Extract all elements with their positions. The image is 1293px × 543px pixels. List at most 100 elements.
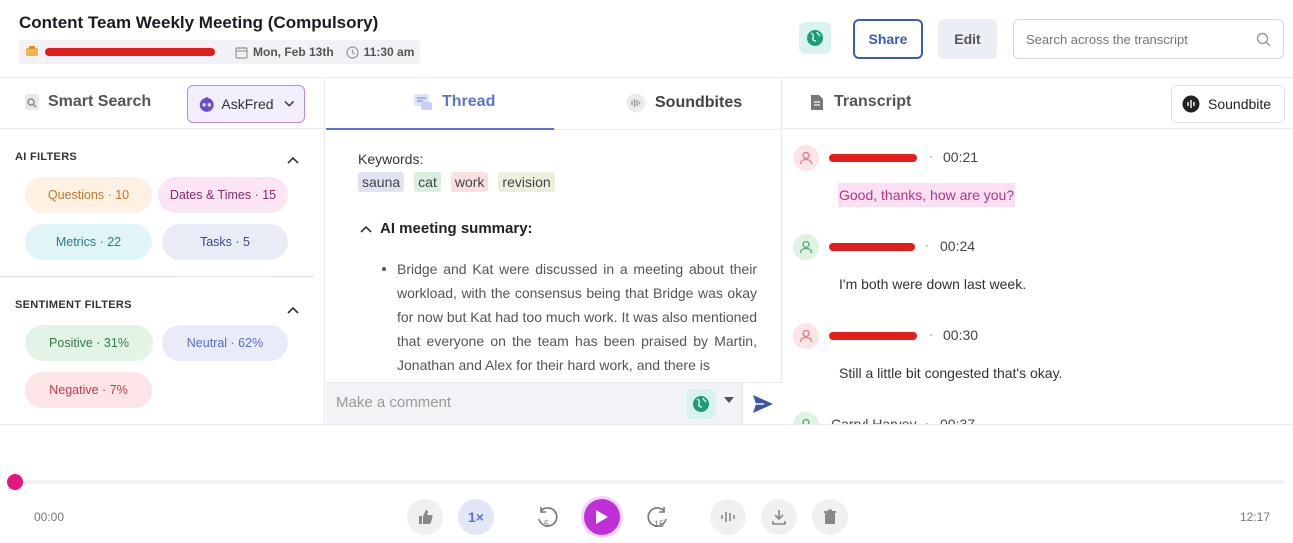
entry-timestamp[interactable]: 00:21 [943, 149, 978, 165]
user-icon [799, 151, 813, 165]
keyword-list: sauna cat work revision [358, 172, 555, 192]
share-button[interactable]: Share [853, 19, 923, 59]
sentiment-filters-title: SENTIMENT FILTERS [15, 299, 132, 311]
transcript-entry[interactable]: · 00:21 Good, thanks, how are you? [783, 145, 1293, 234]
entry-text: I'm both were down last week. [839, 276, 1027, 292]
keywords-label: Keywords: [358, 151, 424, 167]
meeting-title: Content Team Weekly Meeting (Compulsory) [19, 13, 379, 32]
download-icon [772, 510, 786, 525]
react-button[interactable] [407, 499, 443, 535]
search-icon [1256, 32, 1271, 47]
divider [783, 128, 1293, 129]
comment-language-button[interactable] [686, 389, 716, 419]
keyword-tag[interactable]: sauna [358, 172, 405, 192]
summary-body: Bridge and Kat were discussed in a meeti… [382, 257, 757, 374]
rewind-button[interactable]: 5 [532, 503, 562, 533]
thread-panel: Thread Soundbites Keywords: sauna cat wo… [326, 79, 782, 425]
soundbite-button[interactable]: Soundbite [1171, 85, 1285, 123]
collapse-ai-filters-icon[interactable] [287, 156, 299, 164]
current-time: 00:00 [34, 510, 65, 524]
separator: · [929, 149, 933, 163]
smart-search-tab[interactable]: Smart Search [24, 93, 151, 111]
filter-positive[interactable]: Positive · 31% [25, 325, 153, 361]
comment-bar [326, 382, 782, 425]
rewind-icon: 5 [538, 507, 558, 529]
transcript-entry[interactable]: · 00:30 Still a little bit congested tha… [783, 323, 1293, 412]
summary-toggle[interactable]: AI meeting summary: [360, 220, 533, 237]
entry-text: Good, thanks, how are you? [838, 183, 1016, 207]
entry-timestamp[interactable]: 00:30 [943, 327, 978, 343]
filter-metrics[interactable]: Metrics · 22 [25, 224, 152, 260]
collapse-sentiment-filters-icon[interactable] [287, 306, 299, 314]
summary-text: Bridge and Kat were discussed in a meeti… [397, 261, 757, 373]
globe-icon [807, 30, 823, 46]
separator: · [925, 416, 929, 424]
document-icon [811, 94, 823, 110]
progress-handle[interactable] [7, 474, 23, 490]
globe-icon [693, 396, 709, 412]
redacted-speaker-name [829, 243, 915, 251]
playback-speed-button[interactable]: 1× [458, 499, 494, 535]
comment-input[interactable] [336, 394, 636, 411]
play-button[interactable] [584, 499, 620, 535]
speaker-avatar [793, 145, 819, 171]
user-icon [799, 240, 813, 254]
meeting-time: 11:30 am [346, 45, 414, 59]
meeting-meta: Mon, Feb 13th 11:30 am [19, 40, 421, 64]
keyword-tag[interactable]: cat [414, 172, 441, 192]
filter-neutral[interactable]: Neutral · 62% [162, 325, 288, 361]
edit-button[interactable]: Edit [938, 19, 997, 59]
calendar-icon [235, 46, 248, 59]
language-globe-button[interactable] [799, 22, 831, 54]
fred-robot-icon [199, 97, 214, 112]
download-button[interactable] [761, 499, 797, 535]
delete-button[interactable] [812, 499, 848, 535]
keyword-tag[interactable]: work [450, 172, 489, 192]
transcript-header: Transcript [810, 93, 911, 111]
waveform-button[interactable] [710, 499, 746, 535]
redacted-speaker-name [829, 154, 917, 162]
tab-soundbites[interactable]: Soundbites [626, 93, 742, 113]
active-tab-indicator [326, 128, 554, 130]
send-icon [752, 395, 773, 413]
separator: · [925, 238, 929, 252]
transcript-search [1013, 19, 1284, 59]
play-icon [596, 510, 608, 524]
speaker-name: Carryl Harvey [831, 416, 917, 424]
forward-button[interactable]: 15 [643, 503, 673, 533]
redacted-speaker-name [829, 332, 917, 340]
filter-questions[interactable]: Questions · 10 [25, 177, 152, 213]
progress-track[interactable] [15, 480, 1285, 484]
filter-tasks[interactable]: Tasks · 5 [162, 224, 288, 260]
transcript-search-input[interactable] [1026, 31, 1246, 47]
filter-dates-times[interactable]: Dates & Times · 15 [158, 177, 288, 213]
transcript-entry[interactable]: Carryl Harvey · 00:37 [783, 412, 1293, 424]
meeting-date: Mon, Feb 13th [235, 45, 334, 59]
filter-negative[interactable]: Negative · 7% [25, 372, 152, 408]
entry-text: Still a little bit congested that's okay… [839, 365, 1063, 381]
transcript-entry[interactable]: · 00:24 I'm both were down last week. [783, 234, 1293, 323]
svg-text:5: 5 [544, 519, 549, 529]
trash-icon [824, 509, 836, 524]
audio-player: 00:00 12:17 1× 5 15 [0, 424, 1293, 543]
svg-text:15: 15 [654, 519, 664, 529]
caret-down-icon[interactable] [724, 397, 734, 403]
askfred-dropdown[interactable]: AskFred [187, 85, 305, 123]
speaker-avatar [793, 412, 819, 424]
ai-filters-title: AI FILTERS [15, 151, 78, 163]
entry-timestamp[interactable]: 00:24 [940, 238, 975, 254]
tab-thread[interactable]: Thread [413, 93, 495, 111]
thumbs-up-icon [419, 510, 433, 524]
filters-panel: Smart Search AskFred AI FILTERS Question… [0, 79, 325, 424]
thread-icon [414, 94, 432, 110]
keyword-tag[interactable]: revision [498, 172, 555, 192]
entry-timestamp[interactable]: 00:37 [940, 416, 975, 424]
divider [0, 276, 314, 277]
transcript-panel: Transcript Soundbite · 00:21 Good, thank… [783, 79, 1293, 424]
clock-icon [346, 45, 359, 59]
summary-title: AI meeting summary: [380, 220, 533, 237]
org-icon [25, 45, 39, 60]
send-comment-button[interactable] [742, 383, 782, 425]
waveform-icon [721, 512, 735, 522]
redacted-organizer [45, 48, 215, 56]
